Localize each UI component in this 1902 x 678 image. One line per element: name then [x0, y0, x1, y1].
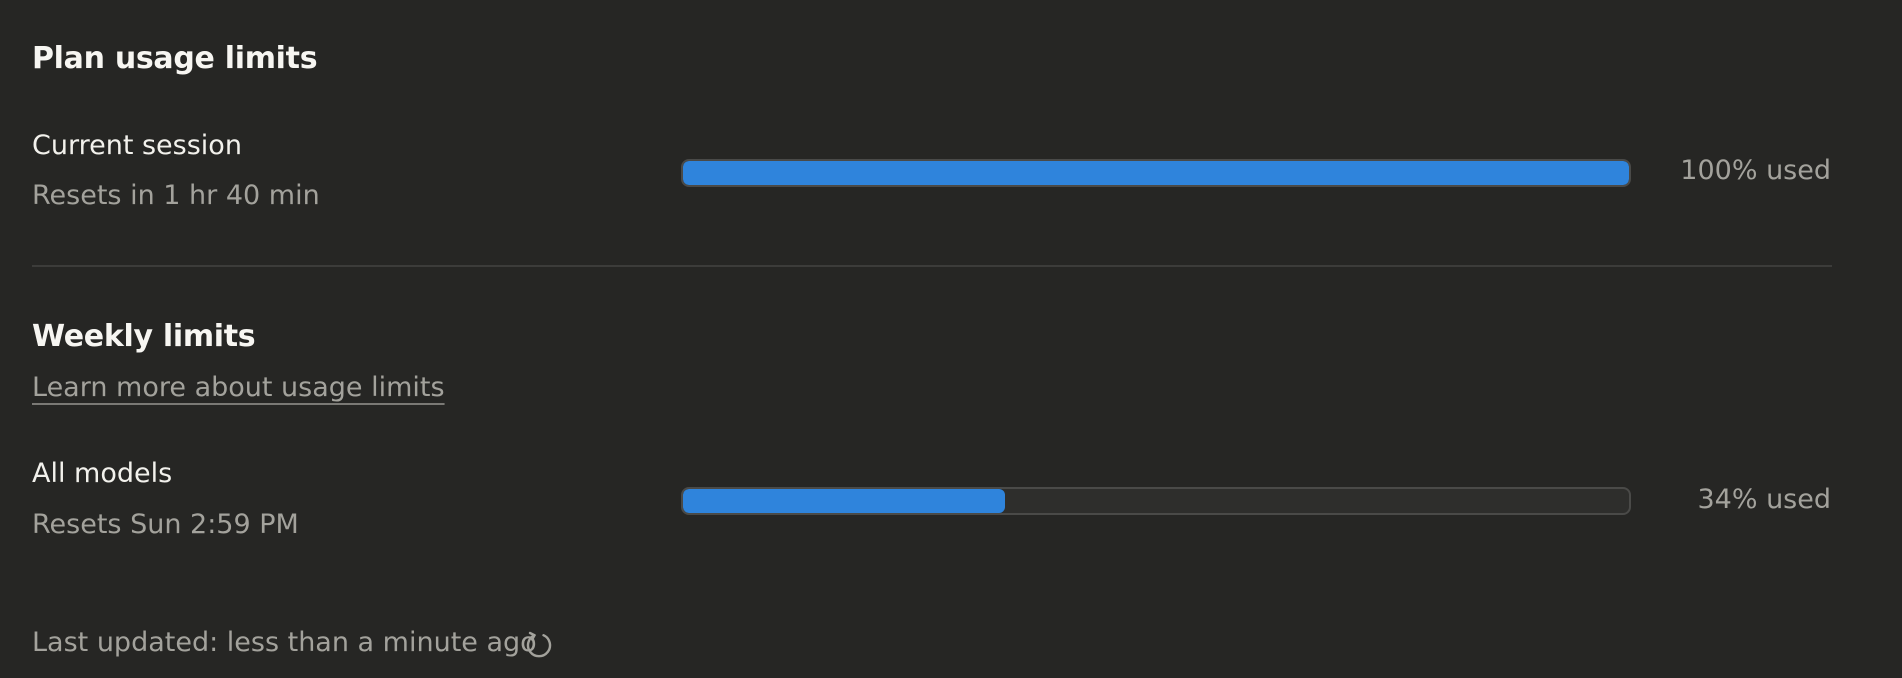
current-session-label: Current session: [32, 130, 242, 161]
current-session-resets: Resets in 1 hr 40 min: [32, 180, 320, 211]
weekly-limits-title: Weekly limits: [32, 319, 256, 354]
learn-more-link[interactable]: Learn more about usage limits: [32, 372, 445, 403]
all-models-progress-bar: [681, 487, 1631, 515]
all-models-label: All models: [32, 458, 173, 489]
refresh-button[interactable]: [524, 630, 554, 660]
last-updated-text: Last updated: less than a minute ago: [32, 627, 537, 658]
all-models-usage: 34% used: [1697, 484, 1831, 515]
refresh-icon: [526, 631, 552, 658]
all-models-resets: Resets Sun 2:59 PM: [32, 509, 299, 540]
plan-usage-title: Plan usage limits: [32, 41, 318, 76]
current-session-progress-bar: [681, 159, 1631, 187]
all-models-progress-fill: [683, 489, 1005, 513]
section-divider: [32, 265, 1832, 267]
current-session-progress-fill: [683, 161, 1629, 185]
current-session-usage: 100% used: [1680, 155, 1831, 186]
